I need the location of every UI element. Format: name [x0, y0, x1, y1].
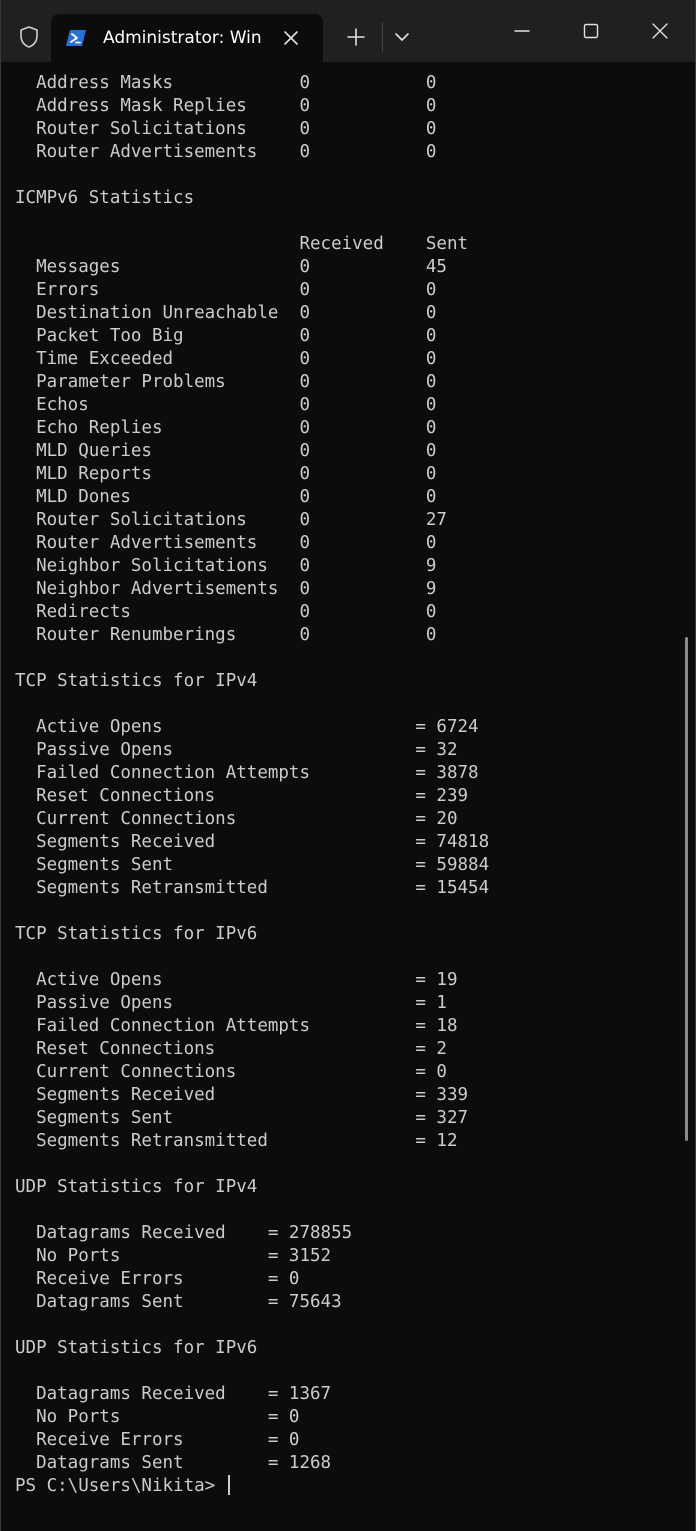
- console-line: No Ports = 3152: [15, 1246, 332, 1266]
- console-line: Messages 0 45: [15, 257, 447, 277]
- plus-icon[interactable]: [345, 26, 367, 48]
- prompt-text: PS C:\Users\Nikita>: [15, 1476, 226, 1496]
- console-line: Datagrams Received = 1367: [15, 1384, 332, 1404]
- console-line: Failed Connection Attempts = 3878: [15, 763, 479, 783]
- console-line: Router Advertisements 0 0: [15, 533, 437, 553]
- console-line: Router Advertisements 0 0: [15, 142, 437, 162]
- console-line: Segments Sent = 327: [15, 1108, 469, 1128]
- console-line: MLD Dones 0 0: [15, 487, 437, 507]
- tab-title: Administrator: Win: [103, 28, 262, 48]
- minimize-icon[interactable]: [509, 18, 535, 44]
- console-line: Neighbor Solicitations 0 9: [15, 556, 437, 576]
- text-cursor: [227, 1475, 230, 1495]
- console-output[interactable]: Address Masks 0 0 Address Mask Replies 0…: [15, 72, 695, 1498]
- console-line: Redirects 0 0: [15, 602, 437, 622]
- powershell-icon: [66, 30, 86, 46]
- console-line: Parameter Problems 0 0: [15, 372, 437, 392]
- shield-icon: [20, 26, 38, 48]
- console-line: MLD Queries 0 0: [15, 441, 437, 461]
- console-line: Segments Received = 339: [15, 1085, 469, 1105]
- console-line: Address Mask Replies 0 0: [15, 96, 437, 116]
- console-line: Router Solicitations 0 0: [15, 119, 437, 139]
- close-icon[interactable]: [647, 18, 673, 44]
- console-line: Reset Connections = 2: [15, 1039, 447, 1059]
- console-line: Current Connections = 0: [15, 1062, 447, 1082]
- console-line: Router Renumberings 0 0: [15, 625, 437, 645]
- console-line: Segments Retransmitted = 15454: [15, 878, 490, 898]
- console-line: Passive Opens = 32: [15, 740, 458, 760]
- console-line: Address Masks 0 0: [15, 73, 437, 93]
- console-line: Errors 0 0: [15, 280, 437, 300]
- console-line: MLD Reports 0 0: [15, 464, 437, 484]
- console-line: Datagrams Received = 278855: [15, 1223, 353, 1243]
- console-line: No Ports = 0: [15, 1407, 300, 1427]
- terminal-window: Administrator: Win Address Masks 0 0 Add…: [0, 0, 696, 1531]
- console-line: Datagrams Sent = 1268: [15, 1453, 332, 1473]
- tab-divider: [382, 22, 383, 52]
- vertical-scrollbar[interactable]: [685, 637, 688, 1141]
- console-line: TCP Statistics for IPv6: [15, 924, 258, 944]
- console-line: Reset Connections = 239: [15, 786, 469, 806]
- console-line: Failed Connection Attempts = 18: [15, 1016, 458, 1036]
- console-line: Datagrams Sent = 75643: [15, 1292, 342, 1312]
- console-line: UDP Statistics for IPv4: [15, 1177, 258, 1197]
- console-line: Neighbor Advertisements 0 9: [15, 579, 437, 599]
- console-line: Router Solicitations 0 27: [15, 510, 447, 530]
- chevron-down-icon[interactable]: [391, 26, 413, 48]
- console-line: Segments Received = 74818: [15, 832, 490, 852]
- console-line: Receive Errors = 0: [15, 1269, 300, 1289]
- console-line: Destination Unreachable 0 0: [15, 303, 437, 323]
- console-line: Current Connections = 20: [15, 809, 458, 829]
- console-line: Active Opens = 19: [15, 970, 458, 990]
- prompt-line[interactable]: PS C:\Users\Nikita>: [15, 1475, 695, 1498]
- console-line: Segments Sent = 59884: [15, 855, 490, 875]
- console-line: Received Sent: [15, 234, 469, 254]
- console-line: Passive Opens = 1: [15, 993, 447, 1013]
- console-line: Receive Errors = 0: [15, 1430, 300, 1450]
- console-line: Segments Retransmitted = 12: [15, 1131, 458, 1151]
- close-icon[interactable]: [281, 28, 301, 48]
- console-line: Active Opens = 6724: [15, 717, 479, 737]
- console-line: ICMPv6 Statistics: [15, 188, 195, 208]
- tab-administrator[interactable]: Administrator: Win: [51, 14, 323, 62]
- console-line: Echos 0 0: [15, 395, 437, 415]
- console-line: Packet Too Big 0 0: [15, 326, 437, 346]
- console-line: Echo Replies 0 0: [15, 418, 437, 438]
- console-line: Time Exceeded 0 0: [15, 349, 437, 369]
- title-bar[interactable]: Administrator: Win: [1, 0, 695, 62]
- maximize-icon[interactable]: [578, 18, 604, 44]
- console-line: UDP Statistics for IPv6: [15, 1338, 258, 1358]
- console-line: TCP Statistics for IPv4: [15, 671, 258, 691]
